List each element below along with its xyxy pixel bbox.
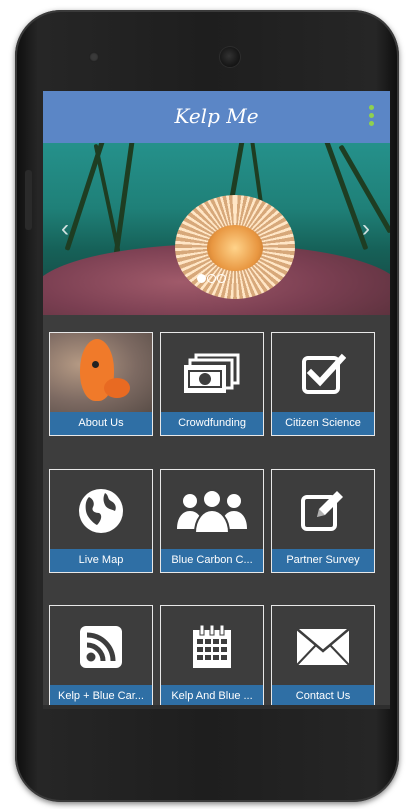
- tile-label: Crowdfunding: [161, 412, 263, 435]
- tile-contact-us[interactable]: Contact Us: [271, 605, 375, 709]
- tile-about-us[interactable]: About Us: [49, 332, 153, 436]
- tile-label: Partner Survey: [272, 549, 374, 572]
- checkbox-icon: [272, 351, 374, 397]
- tile-citizen-science[interactable]: Citizen Science: [271, 332, 375, 436]
- slider-prev-arrow[interactable]: ‹: [61, 215, 69, 243]
- envelope-icon: [272, 624, 374, 670]
- money-stack-icon: [161, 351, 263, 397]
- fish-photo: [50, 333, 152, 412]
- image-slider[interactable]: ‹ ›: [43, 143, 390, 315]
- slider-dot-2[interactable]: [207, 274, 216, 283]
- tile-partner-survey[interactable]: Partner Survey: [271, 469, 375, 573]
- tile-blue-carbon[interactable]: Blue Carbon C...: [160, 469, 264, 573]
- side-button: [25, 170, 32, 230]
- slider-next-arrow[interactable]: ›: [362, 215, 370, 243]
- tile-label: Citizen Science: [272, 412, 374, 435]
- tile-crowdfunding[interactable]: Crowdfunding: [160, 332, 264, 436]
- tile-kelp-and-blue-events[interactable]: Kelp And Blue ...: [160, 605, 264, 709]
- front-camera: [220, 47, 240, 67]
- slider-pagination: [197, 274, 226, 283]
- app-screen: Kelp Me ‹ › About Us Crowdfunding Citize…: [43, 91, 390, 709]
- rss-icon: [50, 624, 152, 670]
- people-group-icon: [161, 488, 263, 534]
- app-bar: Kelp Me: [43, 91, 390, 143]
- calendar-icon: [161, 624, 263, 670]
- tile-label: About Us: [50, 412, 152, 435]
- overflow-menu-icon[interactable]: [366, 105, 376, 133]
- tile-kelp-blue-carbon-feed[interactable]: Kelp + Blue Car...: [49, 605, 153, 709]
- app-title: Kelp Me: [174, 104, 259, 128]
- speaker: [89, 52, 99, 62]
- slider-dot-3[interactable]: [217, 274, 226, 283]
- tile-label: Live Map: [50, 549, 152, 572]
- edit-icon: [272, 488, 374, 534]
- tile-live-map[interactable]: Live Map: [49, 469, 153, 573]
- tile-label: Blue Carbon C...: [161, 549, 263, 572]
- globe-icon: [50, 488, 152, 534]
- slider-dot-1[interactable]: [197, 274, 206, 283]
